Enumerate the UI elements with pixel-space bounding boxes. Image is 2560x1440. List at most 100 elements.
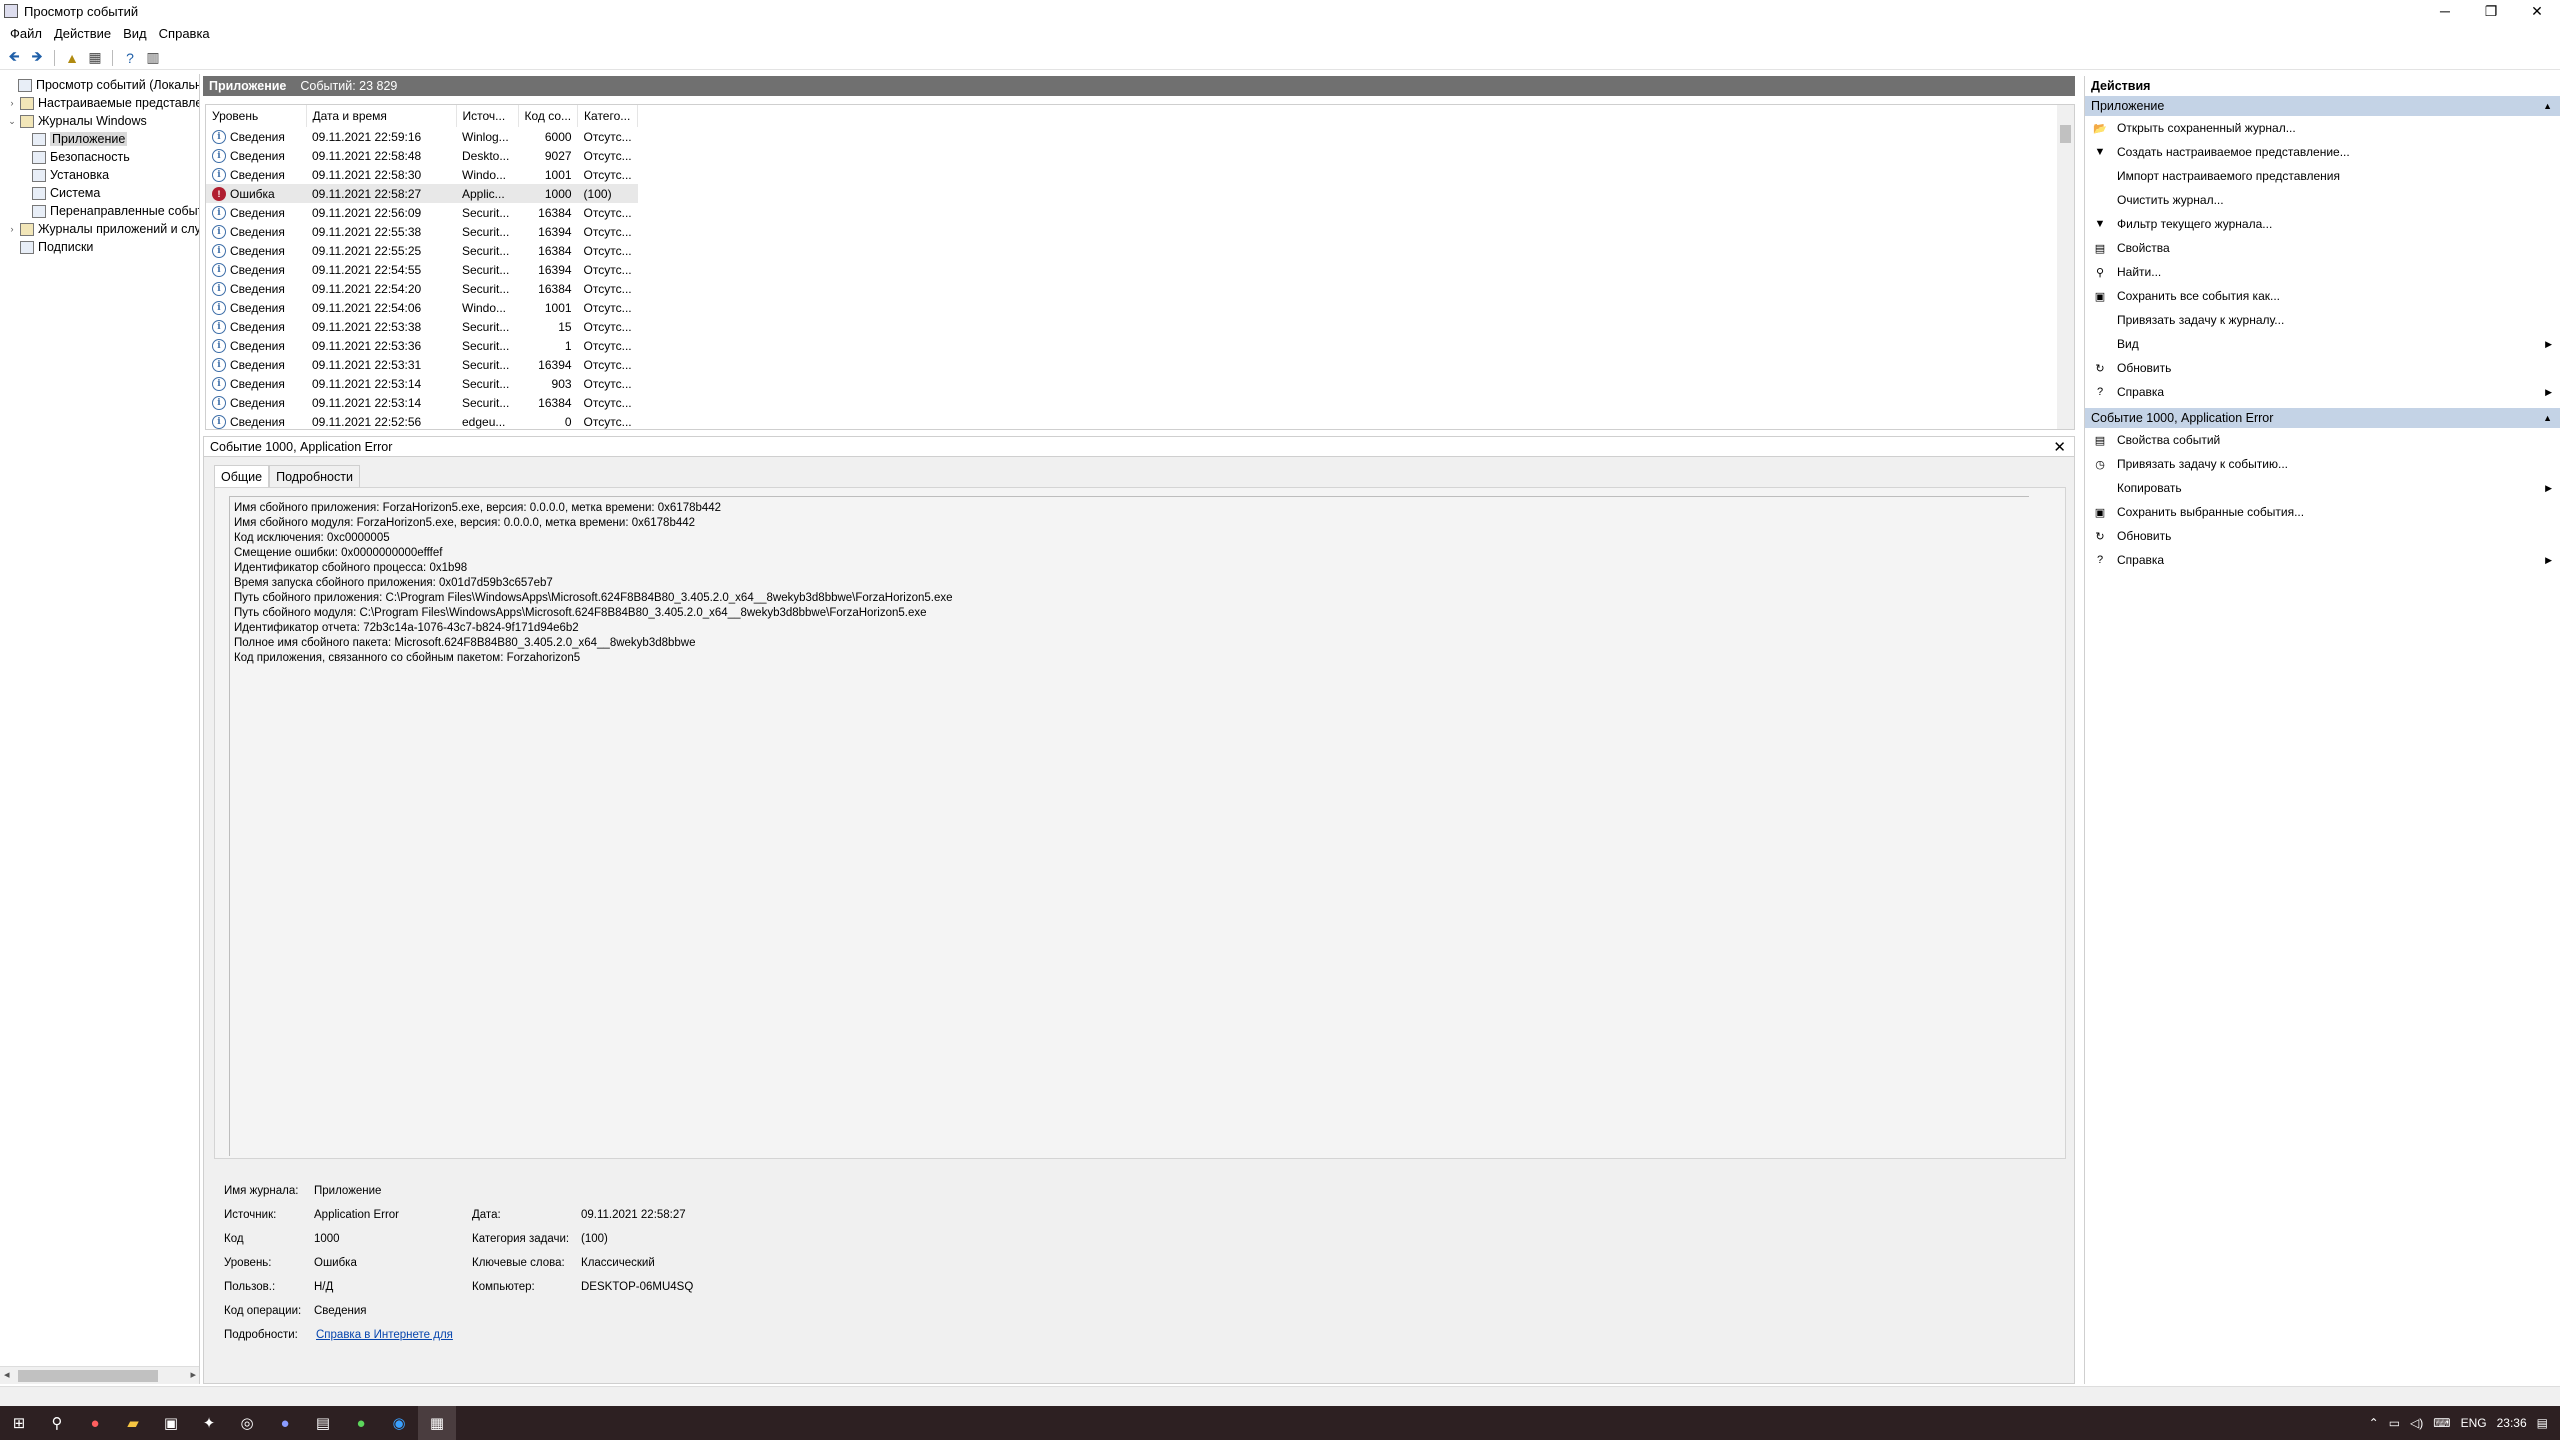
network-icon[interactable]: ▭ (2389, 1416, 2400, 1430)
steam-icon[interactable]: ✦ (190, 1406, 228, 1440)
actions-section-application[interactable]: Приложение ▲ (2085, 96, 2560, 116)
scroll-thumb[interactable] (18, 1370, 158, 1382)
media-icon[interactable]: ▤ (304, 1406, 342, 1440)
tab-general[interactable]: Общие (214, 465, 270, 487)
action-item[interactable]: ▣ Сохранить выбранные события... (2085, 500, 2560, 524)
action-item[interactable]: Вид ▶ (2085, 332, 2560, 356)
restore-button[interactable]: ❐ (2468, 0, 2514, 22)
cell-event-id: 16384 (538, 243, 572, 258)
action-item[interactable]: Очистить журнал... (2085, 188, 2560, 212)
table-row[interactable]: i Сведения 09.11.2021 22:54:20 Securit... 16… (206, 279, 638, 298)
column-category[interactable]: Катего... (577, 105, 639, 127)
table-row[interactable]: i Сведения 09.11.2021 22:55:25 Securit... 16… (206, 241, 638, 260)
action-label: Фильтр текущего журнала... (2117, 217, 2273, 231)
action-item[interactable]: ↻ Обновить (2085, 524, 2560, 548)
notifications-icon[interactable]: ▤ (2537, 1416, 2548, 1430)
cell-source: Securit... (462, 224, 510, 239)
menu-view[interactable]: Вид (117, 26, 153, 41)
column-event-id[interactable]: Код со... (518, 105, 579, 127)
search-icon[interactable]: ⚲ (38, 1406, 76, 1440)
tray-chevron-icon[interactable]: ⌃ (2369, 1416, 2379, 1430)
action-item[interactable]: ▣ Сохранить все события как... (2085, 284, 2560, 308)
tree-system[interactable]: Система (30, 184, 100, 202)
show-action-pane-icon[interactable]: ▥ (143, 48, 163, 68)
action-item[interactable]: Импорт настраиваемого представления (2085, 164, 2560, 188)
help-icon[interactable]: ? (120, 48, 140, 68)
online-help-link[interactable]: Справка в Интернете для (316, 1329, 453, 1341)
tree-windows-logs[interactable]: ⌄ Журналы Windows (6, 112, 147, 130)
table-row[interactable]: i Сведения 09.11.2021 22:54:55 Securit... 16… (206, 260, 638, 279)
language-indicator[interactable]: ENG (2461, 1416, 2487, 1430)
table-row[interactable]: i Сведения 09.11.2021 22:52:56 edgeu... 0 Отс… (206, 412, 638, 429)
table-row[interactable]: i Сведения 09.11.2021 22:53:31 Securit... 16… (206, 355, 638, 374)
tree-app-service-logs[interactable]: › Журналы приложений и служб (6, 220, 200, 238)
tree-application[interactable]: Приложение (30, 130, 128, 148)
tree-setup[interactable]: Установка (30, 166, 109, 184)
table-row[interactable]: i Сведения 09.11.2021 22:53:38 Securit... 15… (206, 317, 638, 336)
table-row[interactable]: i Сведения 09.11.2021 22:53:36 Securit... 1 О… (206, 336, 638, 355)
column-source[interactable]: Источ... (456, 105, 519, 127)
action-item[interactable]: Привязать задачу к журналу... (2085, 308, 2560, 332)
cell-event-id: 6000 (544, 129, 572, 144)
table-row[interactable]: ! Ошибка 09.11.2021 22:58:27 Applic... 1000(… (206, 184, 638, 203)
xbox-icon[interactable]: ● (342, 1406, 380, 1440)
events-vertical-scrollbar[interactable] (2057, 105, 2074, 429)
collapse-caret-icon[interactable]: ▲ (2543, 413, 2552, 423)
action-item[interactable]: ? Справка ▶ (2085, 548, 2560, 572)
table-row[interactable]: i Сведения 09.11.2021 22:59:16 Winlog... 600… (206, 127, 638, 146)
table-row[interactable]: i Сведения 09.11.2021 22:54:06 Windo... 1001… (206, 298, 638, 317)
action-item[interactable]: ▼ Создать настраиваемое представление... (2085, 140, 2560, 164)
action-item[interactable]: 📂 Открыть сохраненный журнал... (2085, 116, 2560, 140)
table-row[interactable]: i Сведения 09.11.2021 22:55:38 Securit... 16… (206, 222, 638, 241)
cell-event-id: 15 (558, 319, 572, 334)
tree-security[interactable]: Безопасность (30, 148, 130, 166)
clock[interactable]: 23:36 (2497, 1416, 2527, 1430)
event-description[interactable]: Имя сбойного приложения: ForzaHorizon5.e… (229, 496, 2029, 1156)
menu-action[interactable]: Действие (48, 26, 117, 41)
action-item[interactable]: ⚲ Найти... (2085, 260, 2560, 284)
tree-horizontal-scrollbar[interactable]: ◂ ▸ (0, 1366, 199, 1384)
scroll-thumb[interactable] (2060, 125, 2071, 143)
tab-details[interactable]: Подробности (269, 465, 360, 487)
table-row[interactable]: i Сведения 09.11.2021 22:58:30 Windo... 1001… (206, 165, 638, 184)
table-row[interactable]: i Сведения 09.11.2021 22:53:14 Securit... 16… (206, 393, 638, 412)
magnifier-icon[interactable]: ◎ (228, 1406, 266, 1440)
tree-root[interactable]: Просмотр событий (Локальный) (4, 76, 199, 94)
table-row[interactable]: i Сведения 09.11.2021 22:56:09 Securit... 16… (206, 203, 638, 222)
task-view-icon[interactable]: ▣ (152, 1406, 190, 1440)
discord-icon[interactable]: ● (266, 1406, 304, 1440)
actions-section-event[interactable]: Событие 1000, Application Error ▲ (2085, 408, 2560, 428)
action-item[interactable]: ? Справка ▶ (2085, 380, 2560, 404)
table-row[interactable]: i Сведения 09.11.2021 22:58:48 Deskto... 902… (206, 146, 638, 165)
menu-help[interactable]: Справка (153, 26, 216, 41)
file-explorer-icon[interactable]: ▰ (114, 1406, 152, 1440)
tree-subscriptions[interactable]: Подписки (18, 238, 93, 256)
action-item[interactable]: ↻ Обновить (2085, 356, 2560, 380)
action-item[interactable]: ◷ Привязать задачу к событию... (2085, 452, 2560, 476)
volume-icon[interactable]: ◁) (2410, 1416, 2423, 1430)
up-folder-icon[interactable]: ▲ (62, 48, 82, 68)
forward-arrow-icon[interactable]: 🡺 (27, 48, 47, 68)
tree-custom-views[interactable]: ›Настраиваемые представления (6, 94, 200, 112)
column-level[interactable]: Уровень (206, 105, 307, 127)
action-item[interactable]: Копировать ▶ (2085, 476, 2560, 500)
collapse-caret-icon[interactable]: ▲ (2543, 101, 2552, 111)
browser-icon[interactable]: ● (76, 1406, 114, 1440)
close-button[interactable]: ✕ (2514, 0, 2560, 22)
show-hide-tree-icon[interactable]: ▦ (85, 48, 105, 68)
windows-start-icon[interactable]: ⊞ (0, 1406, 38, 1440)
keyboard-icon[interactable]: ⌨ (2433, 1416, 2450, 1430)
action-item[interactable]: ▼ Фильтр текущего журнала... (2085, 212, 2560, 236)
action-item[interactable]: ▤ Свойства событий (2085, 428, 2560, 452)
minimize-button[interactable]: ─ (2422, 0, 2468, 22)
back-arrow-icon[interactable]: 🡸 (4, 48, 24, 68)
column-datetime[interactable]: Дата и время (306, 105, 457, 127)
table-row[interactable]: i Сведения 09.11.2021 22:53:14 Securit... 90… (206, 374, 638, 393)
events-table: Уровень Дата и время Источ... Код со... … (205, 104, 2075, 430)
menu-file[interactable]: Файл (4, 26, 48, 41)
app-z-icon[interactable]: ◉ (380, 1406, 418, 1440)
tree-forwarded-events[interactable]: Перенаправленные события (30, 202, 199, 220)
close-icon[interactable]: ✕ (2053, 438, 2066, 456)
action-item[interactable]: ▤ Свойства (2085, 236, 2560, 260)
event-viewer-taskbar-icon[interactable]: ▦ (418, 1406, 456, 1440)
